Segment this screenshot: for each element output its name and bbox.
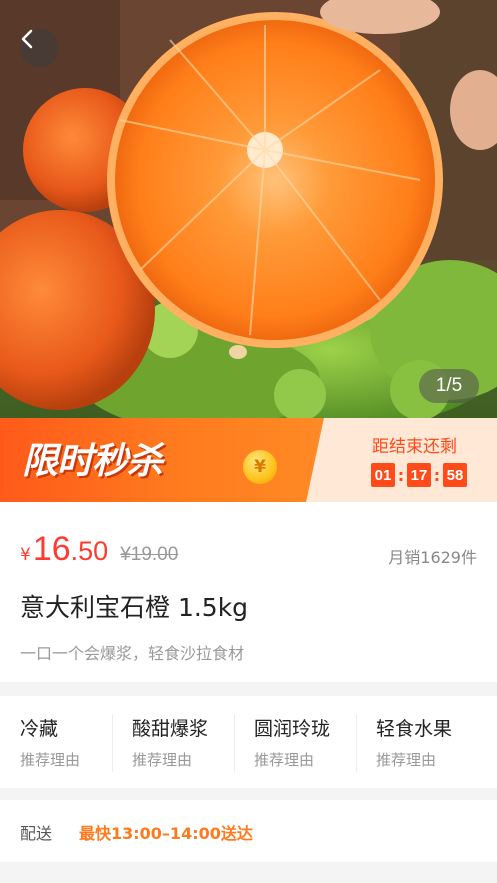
product-info-card: ¥ 16 .50 ¥19.00 月销1629件 意大利宝石橙 1.5kg 一口一…	[0, 502, 497, 682]
tag-name: 圆润玲珑	[254, 718, 331, 740]
countdown-timer: 01 : 17 : 58	[371, 463, 467, 487]
chevron-left-icon	[21, 29, 33, 49]
price-decimal: .50	[70, 536, 109, 566]
product-detail-page: 1/5 限时秒杀 ¥ 距结束还剩 01 : 17 : 58 ¥ 16 .50 ¥…	[0, 0, 497, 883]
countdown-minutes: 17	[407, 463, 431, 487]
back-button[interactable]	[20, 29, 58, 67]
coin-icon: ¥	[243, 450, 277, 484]
countdown-colon: :	[397, 465, 405, 485]
tag-item: 酸甜爆浆 推荐理由	[112, 696, 234, 788]
tag-desc: 推荐理由	[20, 751, 81, 769]
tag-desc: 推荐理由	[132, 751, 193, 769]
product-image-carousel[interactable]: 1/5	[0, 0, 497, 418]
orange-photo	[0, 0, 497, 418]
tag-item: 圆润玲珑 推荐理由	[234, 696, 356, 788]
product-title: 意大利宝石橙 1.5kg	[20, 593, 249, 622]
countdown-colon: :	[433, 465, 441, 485]
product-subtitle: 一口一个会爆浆，轻食沙拉食材	[20, 644, 245, 663]
flash-sale-title: 限时秒杀	[22, 440, 163, 481]
currency-symbol: ¥	[20, 545, 31, 565]
price-row: ¥ 16 .50 ¥19.00	[20, 530, 178, 569]
tag-item: 冷藏 推荐理由	[0, 696, 112, 788]
recommendation-tags: 冷藏 推荐理由 酸甜爆浆 推荐理由 圆润玲珑 推荐理由 轻食水果 推荐理由	[0, 696, 497, 788]
countdown-hours: 01	[371, 463, 395, 487]
tag-desc: 推荐理由	[254, 751, 315, 769]
tag-desc: 推荐理由	[376, 751, 437, 769]
image-pager: 1/5	[419, 369, 479, 403]
countdown-label: 距结束还剩	[372, 437, 457, 457]
countdown-seconds: 58	[443, 463, 467, 487]
tag-item: 轻食水果 推荐理由	[356, 696, 497, 788]
tag-name: 冷藏	[20, 718, 59, 740]
flash-sale-banner: 限时秒杀 ¥ 距结束还剩 01 : 17 : 58	[0, 418, 497, 502]
flash-sale-left: 限时秒杀 ¥	[0, 418, 345, 502]
original-price: ¥19.00	[120, 544, 179, 565]
countdown-panel: 距结束还剩 01 : 17 : 58	[345, 418, 497, 502]
delivery-row[interactable]: 配送 最快13:00–14:00送达	[0, 800, 497, 862]
tag-name: 轻食水果	[376, 718, 453, 740]
delivery-label: 配送	[20, 824, 53, 843]
delivery-time: 最快13:00–14:00送达	[79, 824, 253, 843]
price-integer: 16	[32, 530, 71, 568]
monthly-sales: 月销1629件	[388, 548, 477, 567]
tag-name: 酸甜爆浆	[132, 718, 209, 740]
